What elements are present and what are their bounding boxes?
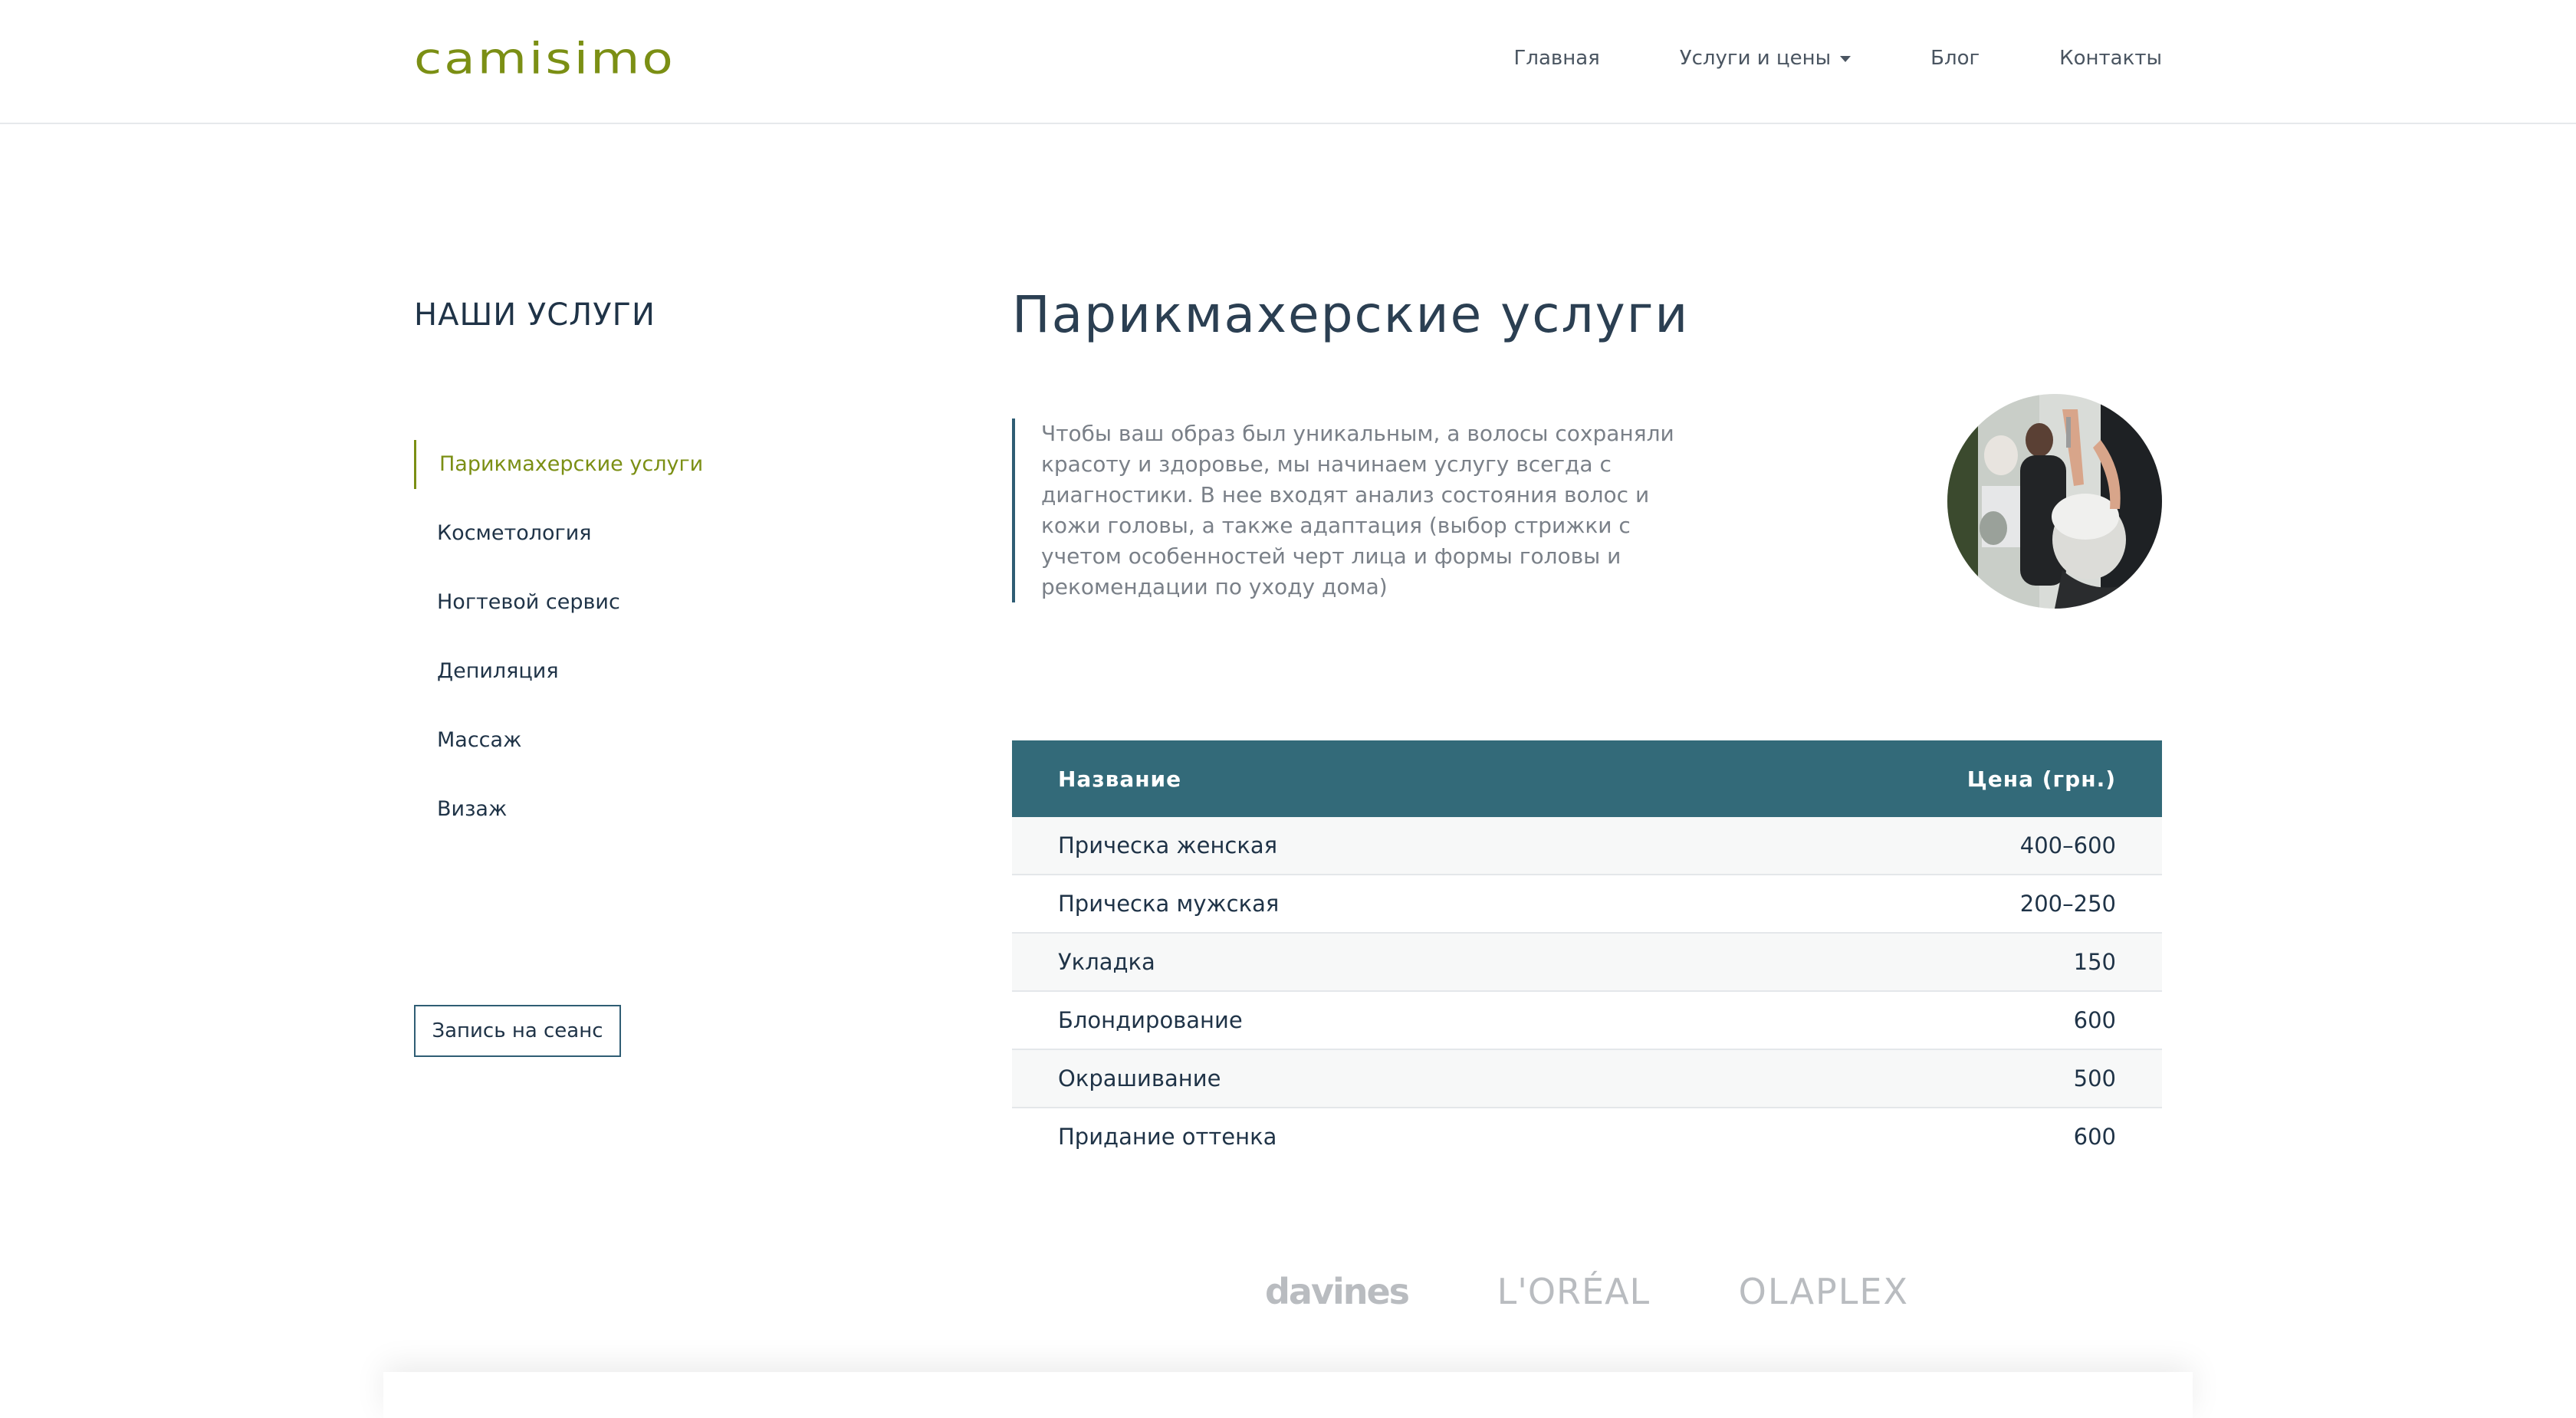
nav-item-label: Контакты bbox=[2059, 47, 2162, 70]
brand-logo[interactable]: camisimo bbox=[414, 30, 675, 89]
sidebar-title: НАШИ УСЛУГИ bbox=[414, 297, 656, 333]
column-header-name: Название bbox=[1012, 740, 1662, 817]
nav-item-label: Блог bbox=[1930, 47, 1980, 70]
service-price: 400–600 bbox=[1661, 817, 2162, 875]
nav-item-services[interactable]: Услуги и цены bbox=[1679, 47, 1852, 70]
sidebar-item-nails[interactable]: Ногтевой сервис bbox=[414, 578, 797, 627]
sidebar-menu: Парикмахерские услуги Косметология Ногте… bbox=[414, 440, 797, 854]
sidebar-item-cosmetology[interactable]: Косметология bbox=[414, 509, 797, 558]
service-name: Придание оттенка bbox=[1058, 1124, 1277, 1150]
site-header: camisimo Главная Услуги и цены Блог Конт… bbox=[0, 0, 2576, 124]
service-price: 150 bbox=[1661, 933, 2162, 992]
service-price: 600 bbox=[2073, 1124, 2116, 1150]
service-price: 200–250 bbox=[1661, 875, 2162, 934]
intro-text: Чтобы ваш образ был уникальным, а волосы… bbox=[1012, 419, 1687, 602]
sidebar-item-massage[interactable]: Массаж bbox=[414, 716, 797, 765]
service-name: Укладка bbox=[1012, 933, 1662, 992]
service-name: Прическа мужская bbox=[1012, 875, 1662, 934]
nav-item-home[interactable]: Главная bbox=[1513, 47, 1599, 70]
nav-item-contacts[interactable]: Контакты bbox=[2059, 47, 2162, 70]
service-price: 600 bbox=[1661, 991, 2162, 1050]
service-price: 500 bbox=[1661, 1049, 2162, 1108]
table-row: Придание оттенка 600 bbox=[1012, 1108, 2162, 1165]
table-row: Окрашивание 500 bbox=[1012, 1049, 2162, 1108]
main-nav: Главная Услуги и цены Блог Контакты bbox=[1513, 43, 2162, 74]
page-title: Парикмахерские услуги bbox=[1012, 285, 1690, 344]
book-session-button[interactable]: Запись на сеанс bbox=[414, 1005, 621, 1057]
column-header-price: Цена (грн.) bbox=[1661, 740, 2162, 817]
sidebar-item-makeup[interactable]: Визаж bbox=[414, 785, 797, 834]
service-name: Блондирование bbox=[1012, 991, 1662, 1050]
service-name: Прическа женская bbox=[1012, 817, 1662, 875]
loreal-logo: L'ORÉAL bbox=[1497, 1271, 1651, 1312]
nav-item-label: Главная bbox=[1513, 47, 1600, 70]
table-row: Блондирование 600 bbox=[1012, 991, 2162, 1050]
service-name: Окрашивание bbox=[1012, 1049, 1662, 1108]
caret-down-icon bbox=[1840, 56, 1852, 62]
table-header-row: Название Цена (грн.) bbox=[1012, 740, 2162, 817]
table-row: Прическа мужская 200–250 bbox=[1012, 875, 2162, 934]
hairdresser-photo bbox=[1947, 394, 2162, 609]
table-row: Прическа женская 400–600 bbox=[1012, 817, 2162, 875]
sidebar-item-depilation[interactable]: Депиляция bbox=[414, 647, 797, 696]
table-row: Укладка 150 bbox=[1012, 933, 2162, 992]
brand-logos: davines L'ORÉAL OLAPLEX bbox=[1265, 1265, 1909, 1318]
nav-item-label: Услуги и цены bbox=[1679, 47, 1832, 70]
davines-logo: davines bbox=[1265, 1271, 1410, 1312]
olaplex-logo: OLAPLEX bbox=[1738, 1271, 1909, 1312]
nav-item-blog[interactable]: Блог bbox=[1930, 47, 1980, 70]
footer-edge bbox=[383, 1372, 2193, 1418]
price-table: Название Цена (грн.) Прическа женская 40… bbox=[1012, 740, 2162, 1165]
sidebar-item-hairdressing[interactable]: Парикмахерские услуги bbox=[414, 440, 797, 489]
